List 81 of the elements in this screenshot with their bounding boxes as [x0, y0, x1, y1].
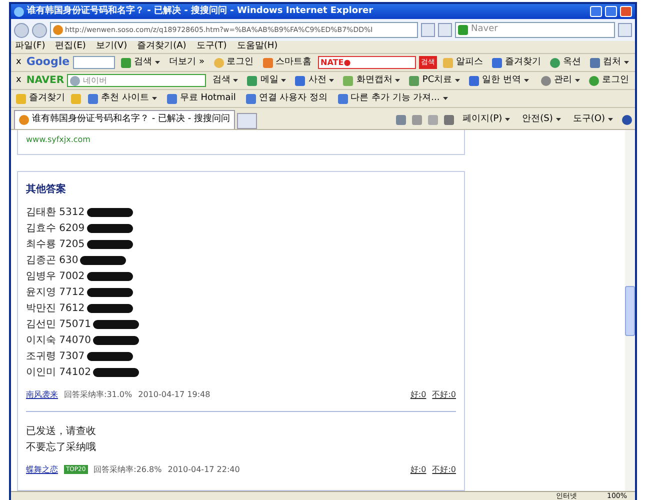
toolbar-button[interactable]: 무료 Hotmail — [164, 92, 239, 106]
site-link[interactable]: www.syfxjx.com — [26, 135, 90, 144]
menu-item[interactable]: 도움말(H) — [236, 40, 278, 54]
answer-text: 윤지영 7712 — [26, 286, 85, 300]
window-title: 谁有韩国身份证号码和名字？ - 已解决 - 搜搜问问 - Windows Internet Explorer — [27, 4, 374, 18]
answer-text: 이인미 74102 — [26, 366, 91, 380]
toolbar-button[interactable]: 더보기 » — [166, 56, 208, 70]
menu-item[interactable]: 편집(E) — [55, 40, 86, 54]
browser-tab[interactable]: 谁有韩国身份证号码和名字？ - 已解决 - 搜搜问问 — [14, 110, 235, 129]
answer-text: 이지숙 74070 — [26, 334, 91, 348]
naver-search-field[interactable]: 네이버 — [67, 74, 206, 87]
section-title: 其他答案 — [26, 182, 67, 196]
answer-text: 不要忘了采纳哦 — [26, 440, 96, 455]
toolbar-button[interactable]: 로그인 — [210, 56, 257, 70]
toolbar-button[interactable]: 로그인 — [586, 74, 632, 88]
toolbar-button[interactable]: 즐겨찾기 — [489, 56, 544, 70]
toolbar-button[interactable]: 메일 — [244, 74, 290, 88]
naver-input[interactable]: 네이버 — [83, 74, 204, 86]
user-link[interactable]: 蝶舞之恋 — [26, 464, 58, 476]
adoption-rate: 回答采纳率:26.8% — [94, 464, 162, 476]
refresh-button[interactable] — [421, 23, 435, 37]
scroll-thumb[interactable] — [625, 286, 635, 336]
answer-text: 최수룡 7205 — [26, 238, 85, 252]
answer-text: 임병우 7002 — [26, 270, 85, 284]
menu-item[interactable]: 도구(T) — [196, 40, 227, 54]
good-link[interactable]: 好:0 — [410, 464, 426, 476]
toolbar-button[interactable]: 도구(O) — [570, 112, 616, 126]
menu-item[interactable]: 파일(F) — [15, 40, 46, 54]
close-toolbar-button[interactable]: x — [14, 74, 24, 88]
minimize-button[interactable] — [590, 6, 602, 17]
answer-text: 김선민 75071 — [26, 318, 91, 332]
adoption-rate: 回答采纳率:31.0% — [64, 388, 132, 400]
google-logo: Google — [26, 54, 70, 70]
bad-link[interactable]: 不好:0 — [432, 464, 456, 476]
close-button[interactable] — [620, 6, 632, 17]
search-text: Naver — [471, 23, 498, 36]
answer-text: 김종곤 630 — [26, 254, 78, 268]
user-link[interactable]: 南风袭来 — [26, 388, 58, 400]
bad-link[interactable]: 不好:0 — [432, 388, 456, 400]
caret-icon — [505, 118, 510, 121]
stop-button[interactable] — [438, 23, 452, 37]
toolbar-button[interactable]: 옥션 — [547, 56, 584, 70]
toolbar-button[interactable]: 관리 — [538, 74, 583, 88]
forward-button[interactable] — [32, 22, 47, 38]
answer-text: 조귀령 7307 — [26, 350, 85, 364]
answer-time: 2010-04-17 19:48 — [138, 388, 210, 400]
toolbar-button[interactable]: 안전(S) — [519, 112, 564, 126]
toolbar-button[interactable]: 스마트홈 — [260, 56, 315, 70]
toolbar-button[interactable]: 연결 사용자 정의 — [242, 92, 331, 106]
answer-text: 김태환 5312 — [26, 206, 85, 220]
new-tab-button[interactable] — [236, 113, 257, 129]
close-toolbar-button[interactable]: x — [14, 56, 24, 70]
answer-time: 2010-04-17 22:40 — [168, 464, 240, 476]
toolbar-button[interactable]: 알피스 — [440, 56, 486, 70]
toolbar-button[interactable]: 추천 사이트 — [85, 92, 160, 106]
toolbar-button[interactable]: 컴처 — [587, 56, 632, 70]
maximize-button[interactable] — [605, 6, 617, 17]
menu-item[interactable]: 보기(V) — [96, 40, 128, 54]
nate-logo: NATE● — [320, 56, 351, 68]
back-button[interactable] — [14, 22, 29, 38]
naver-logo: NAVER — [26, 74, 64, 88]
good-link[interactable]: 好:0 — [410, 388, 426, 400]
toolbar-button[interactable]: 화면캡처 — [340, 74, 404, 88]
google-search-field[interactable] — [72, 56, 116, 69]
toolbar-button[interactable]: 사전 — [292, 74, 338, 88]
toolbar-button[interactable]: 일한 번역 — [466, 74, 532, 88]
nate-search-field[interactable]: NATE● — [318, 56, 416, 69]
toolbar-button[interactable]: 검색 — [118, 56, 164, 70]
caret-icon — [556, 118, 561, 121]
answer-text: 박만진 7612 — [26, 302, 85, 316]
menu-item[interactable]: 즐겨찾기(A) — [137, 40, 186, 54]
toolbar-button[interactable]: 페이지(P) — [460, 112, 514, 126]
scrollbar[interactable] — [625, 130, 635, 491]
answer-text: 김효수 6209 — [26, 222, 85, 236]
favorites-button[interactable]: 즐겨찾기 — [14, 92, 67, 106]
toolbar-button[interactable]: 검색 — [209, 74, 242, 88]
caret-icon — [608, 118, 613, 121]
toolbar-button[interactable]: 다른 추가 기능 가져... — [334, 92, 451, 106]
toolbar-button[interactable]: PC치료 — [406, 74, 464, 88]
answer-text: 已发送，请查收 — [26, 424, 96, 439]
search-field[interactable]: Naver — [455, 22, 615, 38]
